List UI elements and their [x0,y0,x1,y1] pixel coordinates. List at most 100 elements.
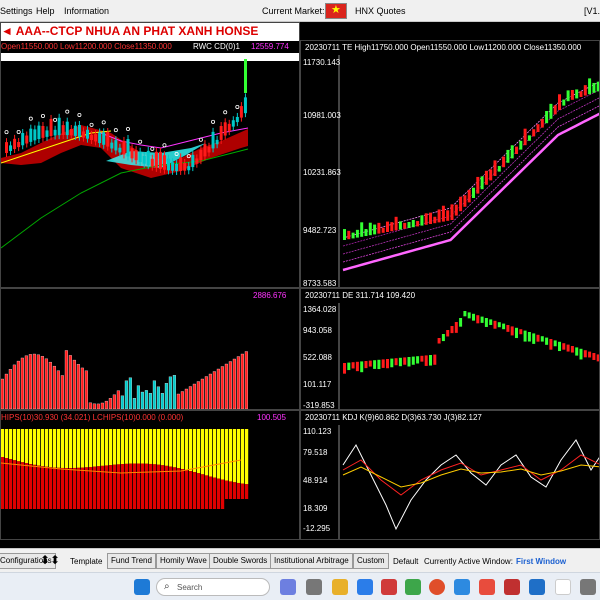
hips-bar-red [233,482,237,499]
te-band-line [342,81,599,239]
candle-body [90,134,94,140]
te-chart-pane[interactable]: 20230711 TE High11750.000 Open11550.000 … [300,40,600,288]
task-view-icon[interactable] [306,579,322,595]
hips-bar-yellow [21,429,25,463]
candle-body [9,145,13,152]
app-icon-orange[interactable] [479,579,495,595]
de-mark [386,359,389,369]
de-mark [596,354,599,362]
edge-browser-icon[interactable] [357,579,373,595]
te-candle [390,222,394,232]
hips-bar-red [13,460,17,509]
kdj-header-text: 20230711 KDJ K(9)60.862 D(3)63.730 J(3)8… [305,413,482,422]
de-mark [429,355,432,366]
te-candle [549,103,553,119]
te-candle [484,170,488,185]
main-chart-pane[interactable]: ◄ AAA--CTCP NHUA AN PHAT XANH HONSE Open… [0,22,300,288]
de-mark [424,355,428,366]
app-icon-blue[interactable] [454,579,470,595]
menu-settings[interactable]: Settings [0,6,33,16]
candle-body [183,162,187,171]
te-chart-header: 20230711 TE High11750.000 Open11550.000 … [301,41,599,55]
hips-bar-yellow [177,429,181,469]
kdj-canvas [338,425,599,539]
hips-bar-yellow [181,429,185,470]
candle-body [235,116,239,123]
hips-bar-yellow [77,429,81,468]
app-icon-dark-blue[interactable] [529,579,545,595]
candle-body [243,97,247,114]
de-chart-pane[interactable]: 20230711 DE 311.714 109.420 1364.028 943… [300,288,600,410]
template-double-swords[interactable]: Double Swords [209,553,272,569]
hips-bar-red [5,458,9,509]
de-mark [441,334,445,342]
de-mark [527,332,531,342]
windows-start-icon[interactable] [134,579,150,595]
marker-dot [4,130,9,135]
candle-body [114,140,118,151]
histogram-bar [12,364,16,409]
te-candle [553,105,557,115]
vietnam-flag-icon[interactable] [325,3,347,19]
hips-bar-yellow [5,429,9,459]
menu-help[interactable]: Help [36,6,55,16]
candle-body [25,135,29,144]
de-mark [433,354,437,365]
template-custom[interactable]: Custom [353,553,389,569]
hips-bar-yellow [57,429,61,468]
histogram-bar [152,380,156,409]
bottom-left-pane[interactable]: HIPS(10)30.930 (34.021) LCHIPS(10)0.000 … [0,410,300,540]
template-homily-wave[interactable]: Homily Wave [156,553,211,569]
app-icon-red[interactable] [381,579,397,595]
hips-bar-red [165,465,169,509]
menu-information[interactable]: Information [64,6,109,16]
marker-dot [162,143,167,148]
template-fund-trend[interactable]: Fund Trend [107,553,156,569]
histogram-bar [188,386,192,409]
mid-left-pane[interactable]: 2886.676 [0,288,300,410]
de-tick-4: -319.853 [303,401,335,410]
template-institutional-arbitrage[interactable]: Institutional Arbitrage [270,553,353,569]
kdj-tick-3: 18.309 [303,504,328,513]
hips-bar-red [17,461,21,509]
de-mark [377,359,381,370]
up-down-arrows-icon[interactable]: ⬍⬍ [40,553,60,567]
candle-body [118,147,122,153]
histogram-bar [196,381,200,409]
candle-body [65,121,69,136]
marker-dot [113,128,118,133]
candle-body [86,129,89,139]
candle-body [231,120,235,127]
file-explorer-icon[interactable] [332,579,348,595]
histogram-bar [224,363,228,409]
hips-bar-red [37,465,41,509]
de-tick-3: 101.117 [303,380,332,389]
te-candle [433,216,437,224]
stock-app-icon[interactable] [504,579,520,595]
hips-bar-yellow [237,429,241,483]
taskbar-search[interactable]: ⌕ Search [156,578,270,596]
te-candle [493,160,497,176]
de-mark [403,357,407,365]
app-icon-gray[interactable] [580,579,596,595]
de-mark [446,330,450,337]
te-candle [579,91,583,97]
hips-bar-red [1,457,5,509]
canada-flag-icon[interactable] [555,579,571,595]
de-mark [545,337,549,345]
candle-body [49,118,53,137]
default-label[interactable]: Default [393,557,418,566]
te-candle [536,124,540,132]
kdj-chart-pane[interactable]: 20230711 KDJ K(9)60.862 D(3)63.730 J(3)8… [300,410,600,540]
marker-dot [16,130,21,135]
app-icon-green[interactable] [405,579,421,595]
hips-bar-red [21,462,25,509]
hips-bar-yellow [41,429,45,467]
histogram-bar [192,383,196,409]
current-market-value[interactable]: HNX Quotes [355,6,406,16]
hips-header-text: HIPS(10)30.930 (34.021) LCHIPS(10)0.000 … [1,413,184,422]
teams-icon[interactable] [280,579,296,595]
histogram-bar [64,350,68,409]
chrome-icon[interactable] [429,579,445,595]
hips-bar-yellow [45,429,49,467]
